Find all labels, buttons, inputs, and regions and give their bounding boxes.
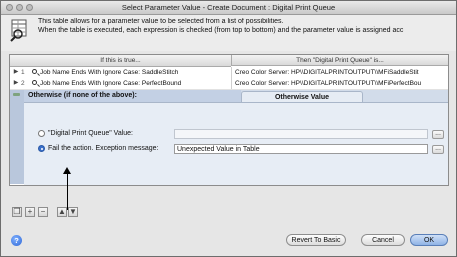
otherwise-row[interactable]: Otherwise (if none of the above): Otherw… [10,90,448,185]
table-parameter-icon [10,19,27,42]
magnifier-icon [32,69,37,74]
revert-to-basic-button[interactable]: Revert To Basic [286,234,346,246]
description-text: This table allows for a parameter value … [38,18,453,35]
row-value: Creo Color Server: HP\\DIGITALPRINTOUTPU… [231,78,446,89]
disclosure-triangle-icon[interactable]: ▶ [13,78,19,89]
row-condition: Job Name Ends With Ignore Case: PerfectB… [40,80,182,87]
move-up-icon[interactable]: ▲ [57,207,67,217]
window-title: Select Parameter Value - Create Document… [121,3,336,12]
value-browse-button[interactable]: ... [432,130,444,139]
help-icon[interactable]: ? [11,235,22,246]
otherwise-row-handle[interactable] [10,90,24,184]
description-line-1: This table allows for a parameter value … [38,18,284,25]
row-number: 1 [21,69,25,76]
value-option-label: "Digital Print Queue" Value: [48,130,133,137]
value-option-radio[interactable] [38,130,45,137]
ok-button[interactable]: OK [410,234,448,246]
add-row-icon[interactable]: + [25,207,35,217]
table-row[interactable]: ▶ 2 Job Name Ends With Ignore Case: Perf… [10,78,448,90]
cancel-button[interactable]: Cancel [361,234,405,246]
otherwise-panel: "Digital Print Queue" Value: ... Fail th… [24,102,448,185]
copy-row-icon[interactable]: ❐ [12,207,22,217]
otherwise-label: Otherwise (if none of the above): [28,92,137,99]
dialog-window: Select Parameter Value - Create Document… [0,0,457,257]
magnifier-icon [32,80,37,85]
title-bar[interactable]: Select Parameter Value - Create Document… [1,1,456,15]
disclosure-triangle-icon[interactable]: ▶ [13,67,19,78]
row-condition: Job Name Ends With Ignore Case: SaddleSt… [40,69,179,76]
fail-action-label: Fail the action. Exception message: [48,145,159,152]
column-header-condition[interactable]: If this is true... [10,55,231,67]
description-line-2: When the table is executed, each express… [38,26,404,34]
fail-action-radio[interactable] [38,145,45,152]
parameter-table: If this is true... Then "Digital Print Q… [9,54,449,186]
remove-row-icon[interactable]: − [38,207,48,217]
column-header-value[interactable]: Then "Digital Print Queue" is... [231,55,448,66]
dialog-header: This table allows for a parameter value … [1,15,456,51]
exception-message-input[interactable]: Unexpected Value in Table [174,144,428,154]
move-down-icon[interactable]: ▼ [68,207,78,217]
row-number: 2 [21,80,25,87]
row-value: Creo Color Server: HP\\DIGITALPRINTOUTPU… [231,67,446,78]
value-input[interactable] [174,129,428,139]
collapse-icon[interactable] [13,93,20,96]
exception-browse-button[interactable]: ... [432,145,444,154]
arrow-annotation-line [67,173,68,210]
